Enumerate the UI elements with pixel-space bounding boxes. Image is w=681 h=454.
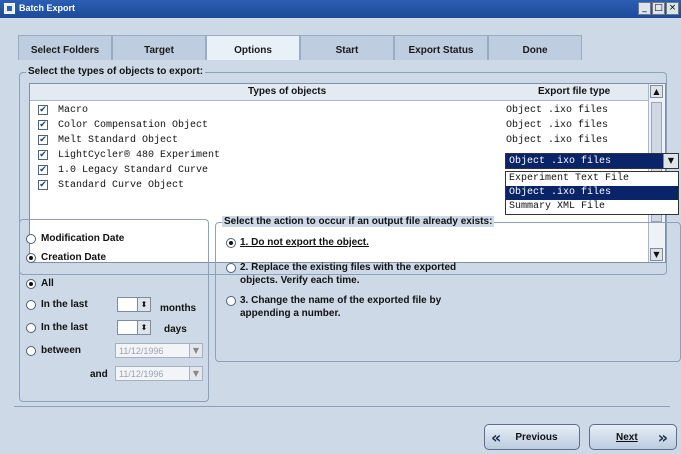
col-types-header: Types of objects [248,86,327,97]
creation-date-label: Creation Date [41,252,107,263]
objects-table-header: Types of objects Export file type [30,84,650,101]
chevron-down-icon[interactable]: ▼ [663,154,678,168]
object-checkbox[interactable]: ✔ [38,135,48,145]
object-checkbox[interactable]: ✔ [38,150,48,160]
days-spinner[interactable]: ⬍ [117,320,151,335]
modification-date-radio[interactable] [26,234,36,244]
replace-files-label: 2. Replace the existing files with the e… [240,262,457,273]
double-chevron-left-icon: « [491,427,502,447]
previous-button[interactable]: « Previous [484,424,580,450]
object-export-type[interactable]: Object .ixo files [506,105,608,116]
object-export-type[interactable]: Object .ixo files [506,135,608,146]
do-not-export-radio[interactable] [226,238,236,248]
object-checkbox[interactable]: ✔ [38,120,48,130]
spinner-arrows-icon[interactable]: ⬍ [137,321,150,334]
in-last-months-label: In the last [41,299,88,310]
object-checkbox[interactable]: ✔ [38,105,48,115]
object-name: Color Compensation Object [58,120,209,131]
title-bar: Batch Export _ □ × [0,0,681,18]
object-name: Melt Standard Object [58,135,179,146]
all-radio[interactable] [26,279,36,289]
next-button[interactable]: Next » [589,424,677,450]
object-export-type[interactable]: Object .ixo files [506,120,608,131]
months-label: months [160,303,197,314]
export-type-option[interactable]: Experiment Text File [506,172,678,186]
window-controls: _ □ × [638,2,679,15]
and-label: and [90,369,108,380]
between-label: between [41,345,82,356]
footer-divider [14,406,670,407]
maximize-icon[interactable]: □ [652,2,665,15]
months-spinner[interactable]: ⬍ [117,297,151,312]
in-last-days-radio[interactable] [26,323,36,333]
object-checkbox[interactable]: ✔ [38,165,48,175]
date-from-field[interactable]: 11/12/1996 ▼ [115,343,203,358]
action-group-legend: Select the action to occur if an output … [222,216,495,227]
in-last-months-radio[interactable] [26,300,36,310]
do-not-export-label: 1. Do not export the object. [240,237,369,248]
replace-files-label-2: objects. Verify each time. [240,275,360,286]
minimize-icon[interactable]: _ [638,2,651,15]
date-from-value: 11/12/1996 [119,346,164,356]
export-type-select[interactable]: Object .ixo files ▼ [505,153,679,169]
date-to-field[interactable]: 11/12/1996 ▼ [115,366,203,381]
modification-date-label: Modification Date [41,233,125,244]
object-row[interactable]: ✔ Macro Object .ixo files [34,104,644,118]
object-name: Standard Curve Object [58,180,185,191]
object-name: LightCycler® 480 Experiment [58,150,221,161]
export-type-option[interactable]: Object .ixo files [506,186,678,200]
chevron-down-icon[interactable]: ▼ [189,344,202,357]
export-type-dropdown[interactable]: Experiment Text File Object .ixo files S… [505,171,679,215]
in-last-days-label: In the last [41,322,88,333]
previous-label: Previous [515,431,558,443]
date-to-value: 11/12/1996 [119,369,164,379]
rename-file-label-2: appending a number. [240,308,341,319]
object-row[interactable]: ✔ Color Compensation Object Object .ixo … [34,119,644,133]
rename-file-radio[interactable] [226,296,236,306]
app-icon [4,3,15,14]
creation-date-radio[interactable] [26,253,36,263]
days-label: days [164,324,187,335]
all-label: All [41,278,54,289]
scroll-up-icon[interactable]: ▲ [650,85,663,98]
next-label: Next [616,431,638,443]
replace-files-radio[interactable] [226,263,236,273]
object-checkbox[interactable]: ✔ [38,180,48,190]
chevron-down-icon[interactable]: ▼ [189,367,202,380]
object-name: 1.0 Legacy Standard Curve [58,165,209,176]
window-title: Batch Export [19,3,76,13]
close-icon[interactable]: × [666,2,679,15]
double-chevron-right-icon: » [657,427,669,447]
export-type-selected: Object .ixo files [509,156,612,167]
objects-group-legend: Select the types of objects to export: [26,66,206,77]
options-panel: Select the types of objects to export: T… [14,60,681,404]
col-export-header: Export file type [538,86,611,97]
spinner-arrows-icon[interactable]: ⬍ [137,298,150,311]
object-name: Macro [58,105,89,116]
export-type-option[interactable]: Summary XML File [506,200,678,214]
between-radio[interactable] [26,346,36,356]
rename-file-label: 3. Change the name of the exported file … [240,295,442,306]
object-row[interactable]: ✔ Melt Standard Object Object .ixo files [34,134,644,148]
